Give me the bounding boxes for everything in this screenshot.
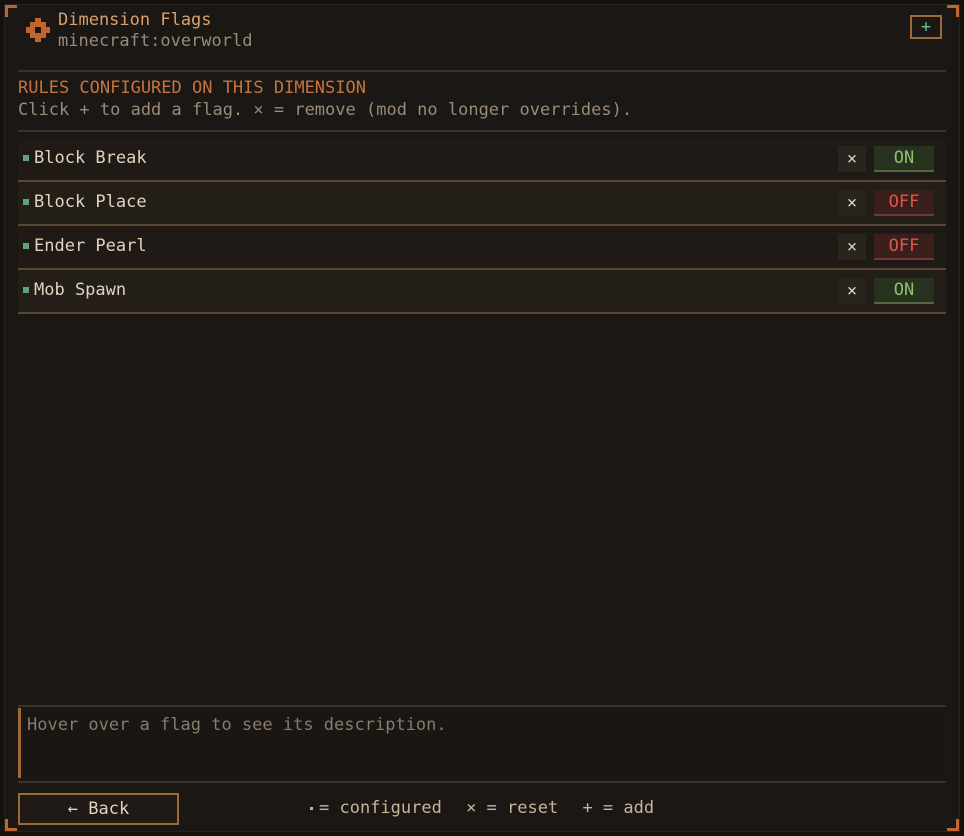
back-button[interactable]: ← Back [18,793,179,825]
section-help: Click + to add a flag. × = remove (mod n… [18,100,633,120]
corner-decoration [947,819,959,831]
divider [18,705,946,707]
corner-decoration [947,5,959,17]
flag-toggle[interactable]: ON [874,146,934,172]
flag-row-mob-spawn[interactable]: Mob Spawn × ON [18,270,946,314]
dimension-id: minecraft:overworld [58,31,253,51]
divider [18,781,946,783]
header: Dimension Flags minecraft:overworld + [18,10,946,70]
remove-flag-button[interactable]: × [838,278,866,304]
remove-flag-button[interactable]: × [838,146,866,172]
flag-toggle[interactable]: OFF [874,190,934,216]
flag-row-block-break[interactable]: Block Break × ON [18,138,946,182]
flag-name: Mob Spawn [34,280,127,300]
flag-name: Block Break [34,148,147,168]
add-flag-button[interactable]: + [910,15,942,39]
flag-name: Block Place [34,192,147,212]
corner-decoration [5,819,17,831]
legend-configured-text: = configured [319,798,442,818]
legend-configured: = configured [306,798,442,818]
configured-marker-icon [23,199,29,205]
divider [18,70,946,72]
section-title: RULES CONFIGURED ON THIS DIMENSION [18,78,366,98]
page-title: Dimension Flags [58,10,212,30]
remove-flag-button[interactable]: × [838,190,866,216]
description-panel: Hover over a flag to see its description… [18,708,946,778]
legend-reset: × = reset [466,798,559,818]
divider [18,130,946,132]
configured-marker-icon [23,155,29,161]
flag-toggle[interactable]: OFF [874,234,934,260]
flag-row-block-place[interactable]: Block Place × OFF [18,182,946,226]
flag-list: Block Break × ON Block Place × OFF Ender… [18,138,946,314]
description-text: Hover over a flag to see its description… [27,715,447,735]
flag-toggle[interactable]: ON [874,278,934,304]
remove-flag-button[interactable]: × [838,234,866,260]
flag-name: Ender Pearl [34,236,147,256]
corner-decoration [5,5,17,17]
legend-add: + = add [582,798,655,818]
configured-marker-icon [23,287,29,293]
gear-icon [26,18,50,42]
flag-row-ender-pearl[interactable]: Ender Pearl × OFF [18,226,946,270]
configured-marker-icon [23,243,29,249]
configured-dot-icon [310,806,313,810]
legend: = configured × = reset + = add [306,798,668,818]
